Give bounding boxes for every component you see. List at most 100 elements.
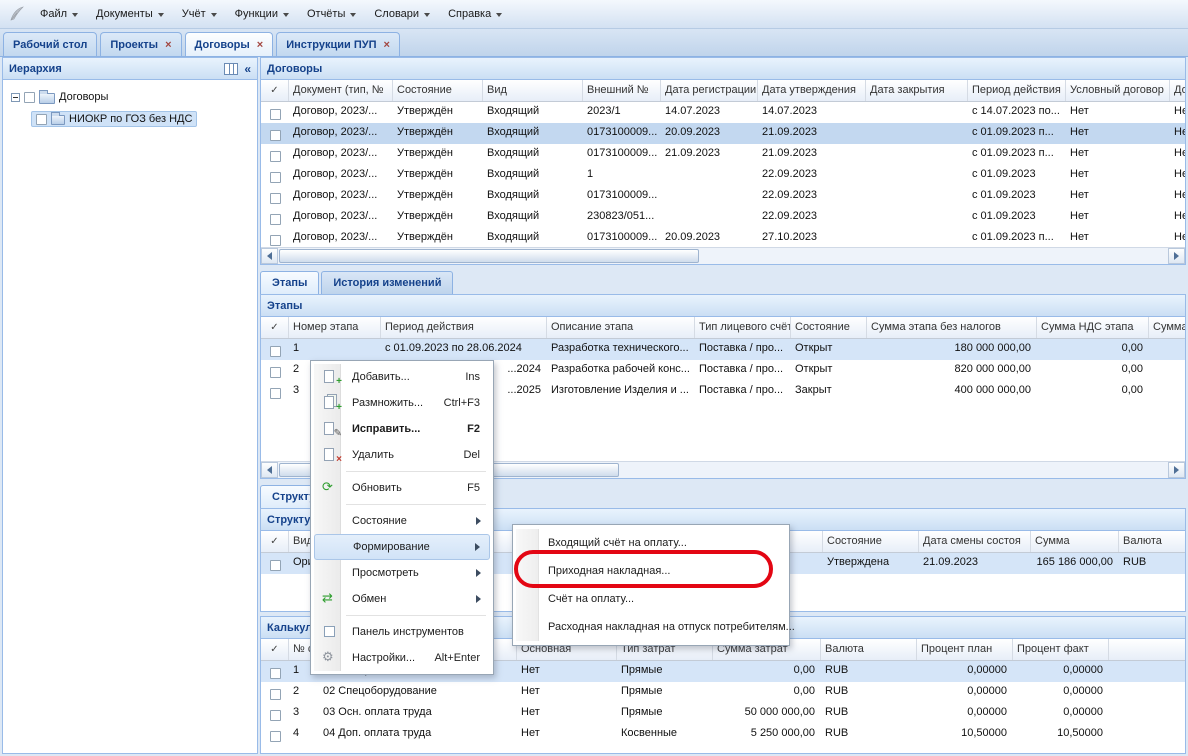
contracts-row-7[interactable]: Договор, 2023/...УтверждёнВходящий017310… [261,228,1185,247]
stages-select-all-checkbox[interactable]: ✓ [261,317,289,338]
menubar-item-5[interactable]: Отчёты [298,3,365,25]
context-menu-item-refresh[interactable]: ⟳ОбновитьF5 [314,475,490,501]
workspace-tab-3[interactable]: Договоры× [185,32,274,56]
contracts-column-header-7[interactable]: Дата закрытия [866,80,968,101]
submenu-item-invoice[interactable]: Счёт на оплату... [516,585,786,613]
tree-node-checkbox[interactable] [36,114,47,125]
contracts-select-all-checkbox[interactable]: ✓ [261,80,289,101]
columns-icon[interactable] [224,63,238,75]
structure-column-header-4[interactable]: Дата смены состоя [919,531,1031,552]
contracts-column-header-8[interactable]: Период действия [968,80,1066,101]
contracts-column-header-5[interactable]: Дата регистрации [661,80,758,101]
row-checkbox[interactable] [270,235,281,246]
tree-node-label[interactable]: НИОКР по ГОЗ без НДС [69,113,192,125]
context-menu-item-view[interactable]: Просмотреть [314,560,490,586]
context-menu-item-add[interactable]: +Добавить...Ins [314,364,490,390]
calculation-row-3[interactable]: 303 Осн. оплата трудаНетПрямые50 000 000… [261,703,1185,724]
row-checkbox[interactable] [270,151,281,162]
context-menu-item-generate[interactable]: Формирование [314,534,490,560]
stages-row-1[interactable]: 1с 01.09.2023 по 28.06.2024Разработка те… [261,339,1185,360]
stages-column-header-1[interactable]: Номер этапа [289,317,381,338]
contracts-column-header-10[interactable]: До [1170,80,1185,101]
row-checkbox[interactable] [270,731,281,742]
row-checkbox[interactable] [270,130,281,141]
scroll-right-button[interactable] [1168,462,1185,478]
row-checkbox[interactable] [270,346,281,357]
row-checkbox[interactable] [270,710,281,721]
scrollbar-track[interactable] [278,248,1168,264]
stages-column-header-8[interactable]: Сумма эт [1149,317,1185,338]
contracts-row-1[interactable]: Договор, 2023/...УтверждёнВходящий2023/1… [261,102,1185,123]
stages-tab-1[interactable]: Этапы [260,271,319,294]
menubar-item-2[interactable]: Документы [87,3,173,25]
menubar-item-4[interactable]: Функции [226,3,298,25]
stages-column-header-4[interactable]: Тип лицевого счёт [695,317,791,338]
workspace-tab-4[interactable]: Инструкции ПУП× [276,32,400,56]
tree-node-child[interactable]: НИОКР по ГОЗ без НДС [7,108,253,130]
stages-column-header-3[interactable]: Описание этапа [547,317,695,338]
contracts-horizontal-scrollbar[interactable] [261,247,1185,264]
calculation-row-4[interactable]: 404 Доп. оплата трудаНетКосвенные5 250 0… [261,724,1185,745]
context-menu-item-state[interactable]: Состояние [314,508,490,534]
contracts-row-2[interactable]: Договор, 2023/...УтверждёнВходящий017310… [261,123,1185,144]
contracts-column-header-1[interactable]: Документ (тип, № [289,80,393,101]
menubar-item-6[interactable]: Словари [365,3,439,25]
structure-select-all-checkbox[interactable]: ✓ [261,531,289,552]
row-checkbox[interactable] [270,689,281,700]
contracts-row-3[interactable]: Договор, 2023/...УтверждёнВходящий017310… [261,144,1185,165]
tree-node-root[interactable]: Договоры [7,86,253,108]
tree-node-label[interactable]: Договоры [59,91,108,103]
context-menu-item-exchange[interactable]: ⇄Обмен [314,586,490,612]
calculation-column-header-7[interactable]: Процент план [917,639,1013,660]
contracts-column-header-9[interactable]: Условный договор [1066,80,1170,101]
structure-column-header-6[interactable]: Валюта [1119,531,1185,552]
context-menu-item-edit[interactable]: ✎Исправить...F2 [314,416,490,442]
menubar-item-7[interactable]: Справка [439,3,511,25]
submenu-item-receipt-note[interactable]: Приходная накладная... [516,557,786,585]
contracts-row-4[interactable]: Договор, 2023/...УтверждёнВходящий122.09… [261,165,1185,186]
tree-node-checkbox[interactable] [24,92,35,103]
stages-column-header-2[interactable]: Период действия [381,317,547,338]
scroll-right-button[interactable] [1168,248,1185,264]
stages-column-header-7[interactable]: Сумма НДС этапа [1037,317,1149,338]
contracts-column-header-6[interactable]: Дата утверждения [758,80,866,101]
contracts-column-header-3[interactable]: Вид [483,80,583,101]
close-tab-icon[interactable]: × [257,40,263,50]
scroll-left-button[interactable] [261,248,278,264]
row-checkbox[interactable] [270,668,281,679]
close-tab-icon[interactable]: × [384,40,390,50]
stages-column-header-5[interactable]: Состояние [791,317,867,338]
calculation-column-header-6[interactable]: Валюта [821,639,917,660]
row-checkbox[interactable] [270,560,281,571]
workspace-tab-1[interactable]: Рабочий стол [3,32,97,56]
row-checkbox[interactable] [270,367,281,378]
collapse-node-icon[interactable] [11,93,20,102]
row-checkbox[interactable] [270,388,281,399]
submenu-item-outgoing-note[interactable]: Расходная накладная на отпуск потребител… [516,613,786,641]
calculation-column-header-8[interactable]: Процент факт [1013,639,1109,660]
collapse-panel-icon[interactable]: « [244,63,251,75]
contracts-row-5[interactable]: Договор, 2023/...УтверждёнВходящий017310… [261,186,1185,207]
submenu-item-incoming-invoice[interactable]: Входящий счёт на оплату... [516,529,786,557]
close-tab-icon[interactable]: × [165,40,171,50]
row-checkbox[interactable] [270,109,281,120]
scrollbar-thumb[interactable] [279,249,699,263]
row-checkbox[interactable] [270,214,281,225]
scroll-left-button[interactable] [261,462,278,478]
context-menu-item-toolbar[interactable]: Панель инструментов [314,619,490,645]
stages-tab-2[interactable]: История изменений [321,271,453,294]
row-checkbox[interactable] [270,193,281,204]
contracts-column-header-4[interactable]: Внешний № [583,80,661,101]
context-menu-item-delete[interactable]: ×УдалитьDel [314,442,490,468]
context-menu-item-settings[interactable]: ⚙Настройки...Alt+Enter [314,645,490,671]
context-menu-item-duplicate[interactable]: +Размножить...Ctrl+F3 [314,390,490,416]
stages-column-header-6[interactable]: Сумма этапа без налогов [867,317,1037,338]
calculation-row-2[interactable]: 202 СпецоборудованиеНетПрямые0,00RUB0,00… [261,682,1185,703]
workspace-tab-2[interactable]: Проекты× [100,32,181,56]
calculation-select-all-checkbox[interactable]: ✓ [261,639,289,660]
menubar-item-1[interactable]: Файл [31,3,87,25]
structure-column-header-3[interactable]: Состояние [823,531,919,552]
menubar-item-3[interactable]: Учёт [173,3,226,25]
row-checkbox[interactable] [270,172,281,183]
structure-column-header-5[interactable]: Сумма [1031,531,1119,552]
